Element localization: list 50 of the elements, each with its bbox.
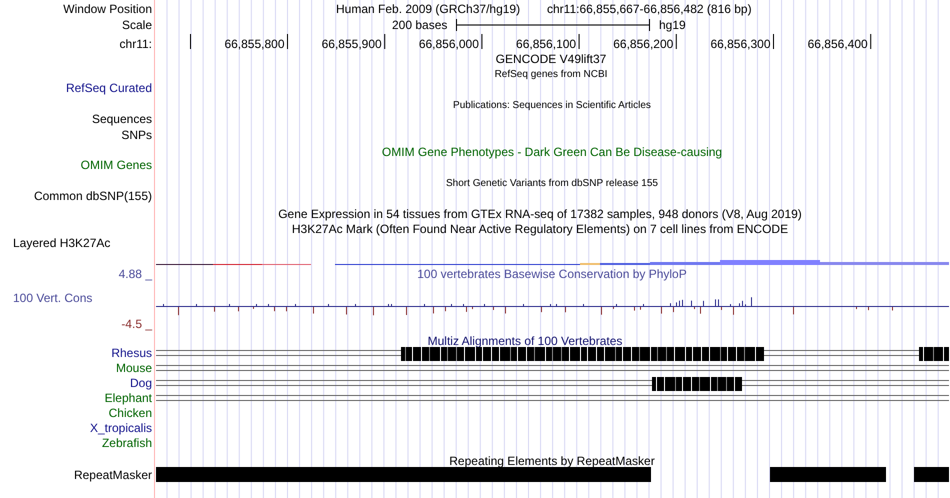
track-title: Repeating Elements by RepeatMasker xyxy=(449,454,655,468)
track-title: Publications: Sequences in Scientific Articles xyxy=(453,100,651,111)
track-label[interactable]: 100 Vert. Cons xyxy=(13,291,92,305)
species-label[interactable]: Rhesus xyxy=(111,346,152,360)
species-label[interactable]: Zebrafish xyxy=(102,436,152,450)
tick-mark xyxy=(870,34,872,50)
position-label: 66,855,900 xyxy=(322,37,382,51)
window-position-label: Window Position xyxy=(63,2,152,16)
track-label[interactable]: SNPs xyxy=(121,128,152,142)
scale-bar-label: 200 bases xyxy=(392,18,448,32)
tick-mark xyxy=(384,34,386,50)
assembly-label: hg19 xyxy=(659,18,686,32)
track-title: Multiz Alignments of 100 Vertebrates xyxy=(428,334,622,348)
track-title: OMIM Gene Phenotypes - Dark Green Can Be Disease-causing xyxy=(382,145,722,159)
position-text: chr11:66,855,667-66,856,482 (816 bp) xyxy=(547,2,752,16)
position-label: 66,856,100 xyxy=(516,37,576,51)
scale-label: Scale xyxy=(122,18,152,32)
species-label[interactable]: Mouse xyxy=(116,361,152,375)
tick-mark xyxy=(190,34,191,50)
track-title: 100 vertebrates Basewise Conservation by PhyloP xyxy=(417,267,687,281)
chromosome-label: chr11: xyxy=(120,37,152,51)
track-title: H3K27Ac Mark (Often Found Near Active Regulatory Elements) on 7 cell lines from ENCODE xyxy=(292,222,788,236)
track-title: RefSeq genes from NCBI xyxy=(494,69,608,80)
position-label: 66,856,400 xyxy=(808,37,868,51)
track-label[interactable]: Sequences xyxy=(92,112,152,126)
assembly-title: Human Feb. 2009 (GRCh37/hg19) xyxy=(336,2,520,16)
species-label[interactable]: X_tropicalis xyxy=(90,421,152,435)
position-label: 66,855,800 xyxy=(224,37,284,51)
species-label[interactable]: Chicken xyxy=(108,406,152,420)
tick-mark xyxy=(773,34,774,50)
tick-mark xyxy=(287,34,288,50)
track-title: Gene Expression in 54 tissues from GTEx RNA-seq of 17382 samples, 948 donors (V8, Aug 2019) xyxy=(278,207,802,221)
tick-mark xyxy=(578,34,580,50)
species-label[interactable]: Dog xyxy=(130,376,152,390)
track-label[interactable]: OMIM Genes xyxy=(80,158,152,172)
axis-label: -4.5 _ xyxy=(121,317,152,331)
track-title: GENCODE V49lift37 xyxy=(496,52,606,66)
axis-label: 4.88 _ xyxy=(118,267,152,281)
species-label[interactable]: Elephant xyxy=(104,391,152,405)
tick-mark xyxy=(481,34,482,50)
position-label: 66,856,000 xyxy=(418,37,479,51)
tick-mark xyxy=(676,34,677,50)
track-label[interactable]: RefSeq Curated xyxy=(66,81,152,95)
track-title: Short Genetic Variants from dbSNP release 155 xyxy=(446,178,658,189)
position-label: 66,856,200 xyxy=(613,37,674,51)
track-label[interactable]: Common dbSNP(155) xyxy=(34,189,152,203)
position-label: 66,856,300 xyxy=(710,37,770,51)
track-label[interactable]: Layered H3K27Ac xyxy=(13,236,110,250)
track-label[interactable]: RepeatMasker xyxy=(74,468,152,482)
repeat-element xyxy=(914,467,949,482)
